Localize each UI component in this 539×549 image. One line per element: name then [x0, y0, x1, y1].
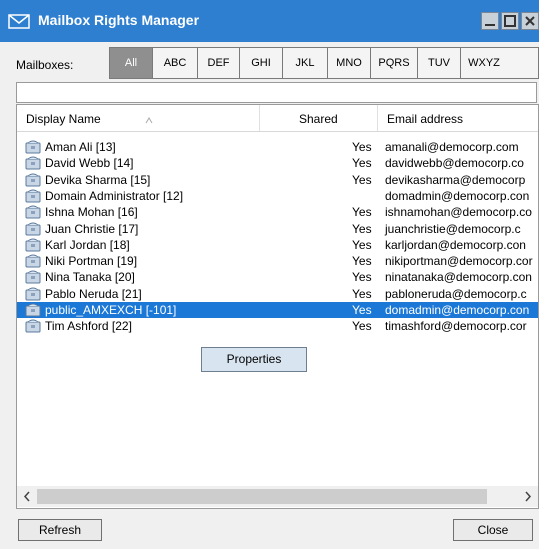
scroll-right-icon[interactable] [524, 491, 532, 505]
row-email: davidwebb@democorp.co [385, 156, 524, 171]
title-bar: Mailbox Rights Manager [0, 0, 539, 42]
mailboxes-label: Mailboxes: [16, 58, 74, 72]
mailbox-icon [25, 205, 41, 219]
scroll-left-icon[interactable] [23, 491, 31, 505]
table-row[interactable]: Karl Jordan [18] Yes karljordan@democorp.c… [17, 237, 538, 253]
row-email: karljordan@democorp.con [385, 237, 526, 252]
minimize-button[interactable] [481, 12, 499, 30]
row-email: juanchristie@democorp.c [385, 221, 521, 236]
table-row[interactable]: Juan Christie [17] Yes juanchristie@democo… [17, 221, 538, 237]
row-email: nikiportman@democorp.cor [385, 254, 533, 269]
table-row[interactable]: Pablo Neruda [21] Yes pabloneruda@democorp… [17, 286, 538, 302]
row-display-name: public_AMXEXCH [-101] [45, 303, 177, 317]
row-email: ishnamohan@democorp.co [385, 205, 532, 220]
row-shared: Yes [352, 254, 372, 269]
mailbox-icon [25, 319, 41, 333]
row-display-name: Niki Portman [19] [45, 254, 138, 269]
table-row[interactable]: Devika Sharma [15] Yes devikasharma@democo… [17, 172, 538, 188]
mailbox-icon [25, 222, 41, 236]
table-row[interactable]: Ishna Mohan [16] Yes ishnamohan@democorp.c… [17, 204, 538, 220]
row-display-name: Juan Christie [17] [45, 221, 139, 236]
mailbox-icon [25, 140, 41, 154]
row-shared: Yes [352, 172, 372, 187]
row-display-name: Tim Ashford [22] [45, 319, 132, 334]
table-row[interactable]: Niki Portman [19] Yes nikiportman@democorp… [17, 253, 538, 269]
filter-tab-wxyz-label: WXYZ [468, 57, 500, 69]
filter-tab-mno[interactable]: MNO [327, 47, 370, 79]
row-email: domadmin@democorp.con [385, 188, 530, 203]
row-display-name: Pablo Neruda [21] [45, 286, 142, 301]
filter-tab-all[interactable]: All [109, 47, 152, 79]
mailbox-list[interactable]: Display Name Shared Email address Aman A… [16, 104, 539, 509]
filter-tab-jkl[interactable]: JKL [282, 47, 327, 79]
filter-tab-tuv[interactable]: TUV [417, 47, 460, 79]
mailbox-icon [25, 189, 41, 203]
mailbox-icon [25, 287, 41, 301]
column-header-email[interactable]: Email address [387, 112, 463, 126]
column-header-shared[interactable]: Shared [299, 112, 338, 126]
horizontal-scrollbar[interactable] [17, 486, 538, 507]
window-title: Mailbox Rights Manager [38, 12, 200, 28]
table-row[interactable]: Nina Tanaka [20] Yes ninatanaka@democorp.c… [17, 269, 538, 285]
mailbox-icon [25, 303, 41, 317]
scrollbar-thumb[interactable] [37, 489, 487, 504]
row-display-name: Aman Ali [13] [45, 140, 116, 154]
filter-tab-def[interactable]: DEF [197, 47, 239, 79]
row-email: devikasharma@democorp [385, 172, 526, 187]
row-shared: Yes [352, 237, 372, 252]
table-row[interactable]: Domain Administrator [12] domadmin@democo… [17, 188, 538, 204]
row-display-name: Nina Tanaka [20] [45, 270, 135, 285]
row-shared: Yes [352, 303, 372, 317]
filter-tab-pqrs[interactable]: PQRS [370, 47, 417, 79]
close-button[interactable]: Close [453, 519, 533, 541]
sort-ascending-icon [145, 113, 153, 127]
filter-tab-wxyz[interactable]: WXYZ [460, 47, 539, 79]
table-row[interactable]: David Webb [14] Yes davidwebb@democorp.co [17, 155, 538, 171]
row-email: amanali@democorp.com [385, 140, 519, 154]
row-email: timashford@democorp.cor [385, 319, 527, 334]
row-shared: Yes [352, 140, 372, 154]
row-display-name: Domain Administrator [12] [45, 188, 184, 203]
row-shared: Yes [352, 270, 372, 285]
row-display-name: Karl Jordan [18] [45, 237, 130, 252]
mailbox-icon [25, 270, 41, 284]
filter-tab-abc[interactable]: ABC [152, 47, 197, 79]
close-window-button[interactable] [521, 12, 539, 30]
refresh-button[interactable]: Refresh [18, 519, 102, 541]
mailbox-icon [25, 173, 41, 187]
row-shared: Yes [352, 156, 372, 171]
column-header-display-name[interactable]: Display Name [26, 112, 101, 126]
table-row[interactable]: public_AMXEXCH [-101] Yes domadmin@democor… [17, 302, 538, 318]
row-shared: Yes [352, 221, 372, 236]
search-input[interactable] [16, 82, 537, 103]
row-display-name: David Webb [14] [45, 156, 134, 171]
row-email: ninatanaka@democorp.con [385, 270, 532, 285]
mailbox-icon [25, 254, 41, 268]
list-header: Display Name Shared Email address [17, 105, 538, 132]
row-shared: Yes [352, 319, 372, 334]
context-menu-properties[interactable]: Properties [201, 347, 307, 372]
maximize-button[interactable] [501, 12, 519, 30]
row-shared: Yes [352, 205, 372, 220]
row-email: pabloneruda@democorp.c [385, 286, 527, 301]
mailbox-icon [25, 238, 41, 252]
envelope-icon [8, 12, 30, 30]
filter-tab-ghi[interactable]: GHI [239, 47, 282, 79]
table-row[interactable]: Aman Ali [13] Yes amanali@democorp.com [17, 139, 538, 155]
row-email: domadmin@democorp.con [385, 303, 530, 317]
row-shared: Yes [352, 286, 372, 301]
row-display-name: Devika Sharma [15] [45, 172, 151, 187]
mailbox-icon [25, 156, 41, 170]
row-display-name: Ishna Mohan [16] [45, 205, 138, 220]
table-row[interactable]: Tim Ashford [22] Yes timashford@democorp.c… [17, 318, 538, 334]
